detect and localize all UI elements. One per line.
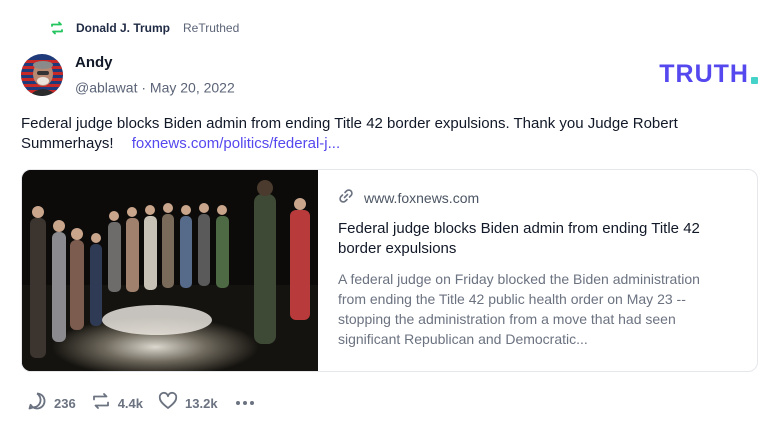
- link-description: A federal judge on Friday blocked the Bi…: [338, 271, 700, 347]
- like-button[interactable]: 13.2k: [157, 390, 218, 417]
- link-preview-image[interactable]: [22, 170, 318, 371]
- truth-logo: TRUTH: [659, 59, 758, 88]
- author-meta: @ablawat · May 20, 2022: [75, 78, 235, 95]
- avatar[interactable]: [21, 54, 63, 96]
- post-text: Federal judge blocks Biden admin from en…: [21, 115, 678, 152]
- link-preview-body: www.foxnews.com Federal judge blocks Bid…: [318, 170, 757, 371]
- link-icon: [338, 188, 354, 207]
- like-count: 13.2k: [185, 395, 218, 411]
- retruth-tag: ReTruthed: [183, 21, 240, 35]
- link-preview-card[interactable]: www.foxnews.com Federal judge blocks Bid…: [21, 169, 758, 372]
- retruth-action-icon: [90, 390, 112, 417]
- post-actions: 236 4.4k 13.2k: [26, 390, 254, 417]
- author-display-name[interactable]: Andy: [75, 54, 113, 71]
- reply-icon: [26, 390, 48, 417]
- reply-count: 236: [54, 395, 76, 411]
- link-title[interactable]: Federal judge blocks Biden admin from en…: [338, 219, 731, 259]
- post-link[interactable]: foxnews.com/politics/federal-j...: [132, 135, 340, 152]
- retruth-count: 4.4k: [117, 395, 144, 411]
- retruth-user-name[interactable]: Donald J. Trump: [76, 21, 170, 35]
- more-dot-icon: [249, 401, 254, 405]
- meta-separator: ·: [141, 79, 147, 96]
- author-handle[interactable]: @ablawat: [75, 79, 137, 95]
- link-domain-row: www.foxnews.com: [338, 188, 731, 207]
- retruth-icon: [48, 19, 66, 37]
- more-options-button[interactable]: [235, 401, 254, 405]
- more-dot-icon: [235, 401, 240, 405]
- retruth-button[interactable]: 4.4k: [90, 390, 143, 417]
- truth-logo-dot: [751, 76, 758, 84]
- reply-button[interactable]: 236: [26, 390, 76, 417]
- more-dot-icon: [242, 401, 247, 405]
- truth-logo-text: TRUTH: [659, 59, 749, 88]
- retruth-header: Donald J. Trump ReTruthed: [48, 18, 239, 38]
- post-date[interactable]: May 20, 2022: [150, 79, 235, 95]
- link-domain: www.foxnews.com: [364, 189, 480, 206]
- heart-icon: [157, 390, 179, 417]
- post-body: Federal judge blocks Biden admin from en…: [21, 114, 751, 154]
